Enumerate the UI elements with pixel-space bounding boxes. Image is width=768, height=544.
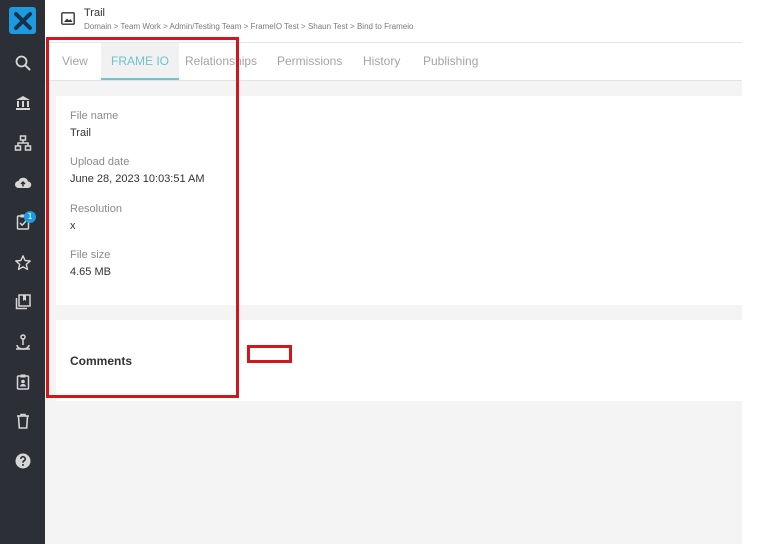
app-logo[interactable] [9,7,36,34]
sidebar-rail: 1 [0,0,45,544]
sitemap-icon [14,135,31,151]
annotation-highlight-panel [46,37,239,398]
sidebar-item-favorites[interactable] [0,248,45,278]
tab-history[interactable]: History [363,43,400,80]
collections-icon [15,294,31,310]
sidebar-item-search[interactable] [0,48,45,78]
sidebar-item-workflow[interactable] [0,327,45,357]
breadcrumb[interactable]: Domain > Team Work > Admin/Testing Team … [84,22,413,31]
tab-permissions[interactable]: Permissions [277,43,342,80]
search-icon [15,55,30,71]
workflow-icon [15,334,30,350]
sidebar-item-assignments[interactable] [0,367,45,397]
annotation-highlight-small [247,345,292,363]
star-icon [14,255,31,271]
sidebar-item-upload[interactable] [0,168,45,198]
tab-publishing[interactable]: Publishing [423,43,478,80]
help-icon [15,453,30,469]
institution-icon [15,96,30,110]
cloud-upload-icon [14,177,31,188]
right-margin [742,0,768,544]
sidebar-item-collections[interactable] [0,287,45,317]
sidebar-item-institution[interactable] [0,88,45,118]
clipboard-user-icon [16,374,29,390]
sidebar-item-tasks[interactable]: 1 [0,207,45,237]
trash-icon [16,413,29,429]
task-count-badge: 1 [24,211,36,223]
sidebar-item-trash[interactable] [0,406,45,436]
sidebar-item-structure[interactable] [0,128,45,158]
sidebar-item-help[interactable] [0,446,45,476]
image-asset-icon [61,12,75,25]
page-title: Trail [84,7,105,19]
x-logo-icon [13,11,32,30]
